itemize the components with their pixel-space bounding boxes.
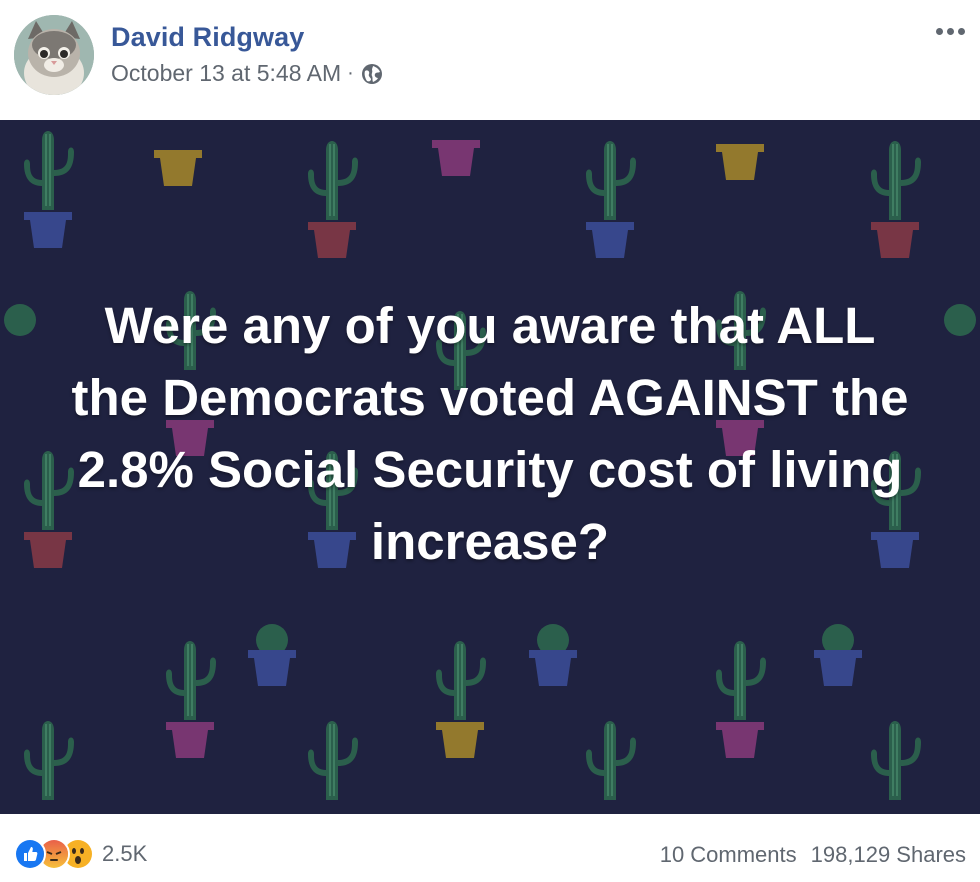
meta-separator: · [347, 62, 354, 84]
post-timestamp[interactable]: October 13 at 5:48 AM [111, 60, 341, 87]
author-avatar[interactable] [14, 15, 94, 95]
reaction-summary[interactable]: 2.5K [14, 838, 147, 870]
more-options-icon[interactable] [932, 16, 968, 46]
engagement-stats: 10 Comments 198,129 Shares [660, 842, 966, 868]
like-reaction-icon [14, 838, 46, 870]
globe-icon[interactable] [360, 62, 384, 86]
post-meta: October 13 at 5:48 AM · [111, 60, 384, 87]
author-name-link[interactable]: David Ridgway [111, 22, 304, 53]
reaction-count[interactable]: 2.5K [102, 841, 147, 867]
post-footer: 2.5K 10 Comments 198,129 Shares [0, 814, 980, 882]
comments-count-link[interactable]: 10 Comments [660, 842, 797, 868]
shares-count-link[interactable]: 198,129 Shares [811, 842, 966, 868]
post-background-image[interactable]: Were any of you aware that ALL the Democ… [0, 120, 980, 814]
post-text: Were any of you aware that ALL the Democ… [71, 297, 909, 570]
post-header: David Ridgway October 13 at 5:48 AM · [0, 0, 980, 120]
